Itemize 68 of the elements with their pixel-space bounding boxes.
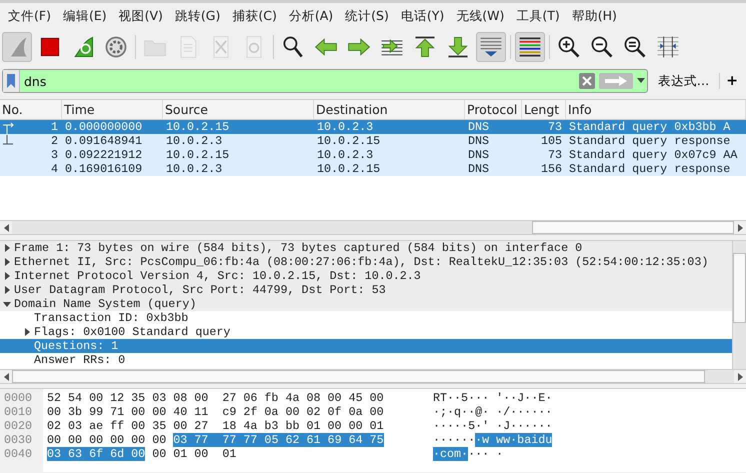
menu-item[interactable]: 帮助(H) [566,8,623,25]
filter-input-field[interactable]: dns [20,74,577,88]
ascii-text[interactable]: ······ [433,433,476,447]
menu-item[interactable]: 视图(V) [112,8,169,25]
add-filter-button[interactable]: + [719,73,744,89]
tree-item[interactable]: Domain Name System (query) [0,297,732,311]
scroll-right-arrow-icon[interactable] [738,224,742,232]
offset-label: 0030 [3,433,34,447]
horizontal-scrollbar[interactable] [0,220,746,235]
packet-row[interactable]: 1 0.000000000 10.0.2.15 10.0.2.3 DNS 73 Standard query 0xb3bb A [0,120,746,134]
menu-item[interactable]: 文件(F) [2,8,57,25]
tree-item[interactable]: Flags: 0x0100 Standard query [0,325,732,339]
column-header[interactable]: Lengt [522,100,566,119]
column-header[interactable]: Source [163,100,314,119]
offset-label: 0010 [3,405,34,419]
column-header[interactable]: Info [566,100,746,119]
ascii-text[interactable]: ·····5·' ·J······ [433,419,552,433]
column-header[interactable]: Time [62,100,163,119]
horizontal-scrollbar[interactable] [0,369,746,384]
related-packet-icon [2,121,14,134]
autoscroll-icon[interactable] [476,32,506,62]
tree-item[interactable]: Frame 1: 73 bytes on wire (584 bits), 73 bytes captured (584 bits) on interface 0 [0,241,732,255]
packet-row[interactable]: 4 0.169016109 10.0.2.3 10.0.2.15 DNS 156 Standard query response [0,162,746,176]
ascii-text[interactable]: ·w ww·baidu [475,433,552,447]
menu-item[interactable]: 无线(W) [450,8,510,25]
packet-row[interactable]: 2 0.091648941 10.0.2.3 10.0.2.15 DNS 105 Standard query response [0,134,746,148]
column-header[interactable]: Protocol [465,100,522,119]
tree-item[interactable]: Internet Protocol Version 4, Src: 10.0.2.15, Dst: 10.0.2.3 [0,269,732,283]
expand-arrow-icon[interactable] [23,328,31,336]
menu-item[interactable]: 跳转(G) [168,8,226,25]
bookmark-icon[interactable] [7,74,15,88]
scroll-left-arrow-icon[interactable] [4,372,8,380]
expression-button[interactable]: 表达式… [652,72,716,90]
column-header[interactable]: Destination [314,100,465,119]
offset-label: 0020 [3,419,34,433]
column-header[interactable]: No. [0,100,62,119]
tree-item[interactable]: User Datagram Protocol, Src Port: 44799, Dst Port: 53 [0,283,732,297]
ascii-text[interactable]: RT··5··· '··J··E· [433,391,552,405]
scroll-left-arrow-icon[interactable] [4,224,8,232]
ascii-text[interactable]: ··· · [468,447,504,461]
tree-item[interactable]: Questions: 1 [0,339,732,353]
offset-label: 0040 [3,447,34,461]
display-filter-field[interactable]: dns [2,69,648,93]
hex-bytes[interactable]: 03 77 77 77 05 62 61 69 64 75 [173,433,384,447]
hex-bytes[interactable]: 00 01 00 01 [145,447,236,461]
hex-bytes[interactable]: 02 03 ae ff 00 35 00 27 18 4a b3 bb 01 00 00 01 [47,419,384,433]
ascii-text[interactable]: ·com· [433,447,468,461]
menu-item[interactable]: 工具(T) [510,8,566,25]
menu-item[interactable]: 分析(A) [282,8,340,25]
scroll-right-arrow-icon[interactable] [738,372,742,380]
vertical-scrollbar[interactable] [732,241,746,369]
tree-item[interactable]: Transaction ID: 0xb3bb [0,311,732,325]
colorize-icon[interactable] [515,32,545,62]
collapse-arrow-icon[interactable] [3,300,11,308]
packet-row[interactable]: 3 0.092221912 10.0.2.15 10.0.2.3 DNS 73 Standard query 0x07c9 AA [0,148,746,162]
hex-bytes[interactable]: 03 63 6f 6d 00 [47,447,146,461]
menu-item[interactable]: 统计(S) [339,8,395,25]
menu-item[interactable]: 捕获(C) [226,8,283,25]
ascii-text[interactable]: ·;·q··@· ·/······ [433,405,552,419]
tree-item[interactable]: Answer RRs: 0 [0,353,732,367]
clear-icon[interactable] [578,73,595,89]
menu-item[interactable]: 电话(Y) [394,8,450,25]
offset-label: 0000 [3,391,34,405]
hex-bytes[interactable]: 00 00 00 00 00 00 [47,433,174,447]
menu-item[interactable]: 编辑(E) [56,8,113,25]
hex-bytes[interactable]: 52 54 00 12 35 03 08 00 27 06 fb 4a 08 00 45 00 [47,391,384,405]
tree-item[interactable]: Ethernet II, Src: PcsCompu_06:fb:4a (08:00:27:06:fb:4a), Dst: RealtekU_12:35:03 (52:54:00:12:35:03) [0,255,732,269]
hex-bytes[interactable]: 00 3b 99 71 00 00 40 11 c9 2f 0a 00 02 0f 0a 00 [47,405,384,419]
